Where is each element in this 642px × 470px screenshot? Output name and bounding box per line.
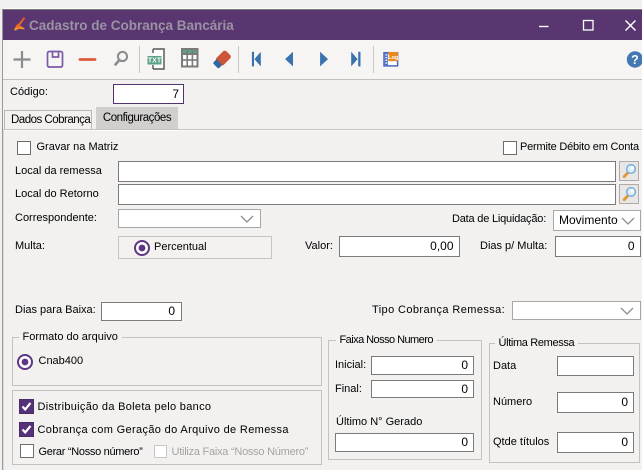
svg-text:?: ? (631, 53, 639, 67)
svg-text:Log: Log (388, 55, 399, 61)
svg-text:TXT: TXT (148, 58, 162, 65)
